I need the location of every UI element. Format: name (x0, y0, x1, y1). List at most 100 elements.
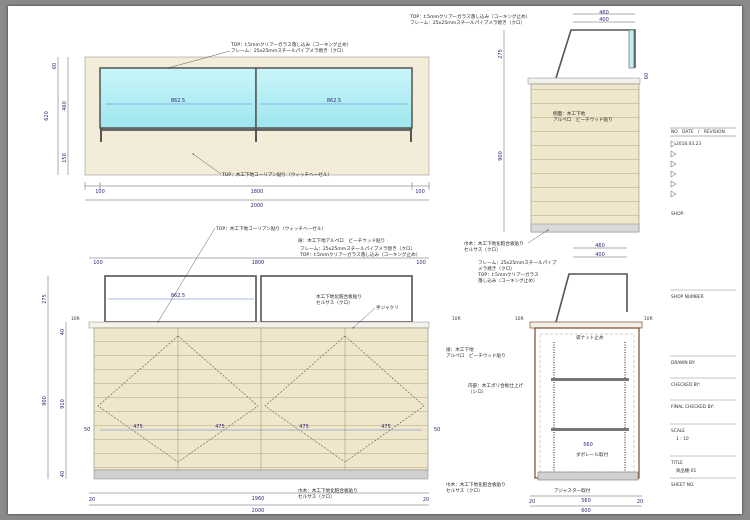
section-radius-left: 10R (515, 316, 524, 322)
side-elevation-upper: TOP：t.5mmクリアーガラス落し込み（コーキング止め） フレーム：25x25… (409, 10, 650, 253)
lower-dim-20b: 20 (423, 497, 429, 503)
shelf-1 (551, 378, 629, 381)
lower-dim-1960: 1960 (252, 496, 265, 502)
lower-dim-top-100b: 100 (416, 260, 426, 266)
dim-50-left: 50 (84, 427, 90, 433)
section-dim-20b: 20 (637, 499, 643, 505)
lower-dim-275: 275 (42, 294, 48, 304)
dim-left-margin: 100 (95, 189, 105, 195)
lower-note-glass: TOP：t.5mmクリアーガラス落し込み（コーキング止め） (299, 251, 420, 258)
lower-glass-width: 862.5 (171, 293, 185, 299)
side-dim-400: 400 (599, 17, 609, 23)
note-glass-top: TOP：t.5mmクリアーガラス落し込み（コーキング止め） (230, 41, 351, 48)
section-note-rail: ダボレール取付 (576, 451, 609, 458)
drawing-canvas: 862.5 862.5 TOP：t.5mmクリアーガラス落し込み（コーキング止め… (42, 10, 736, 514)
drawing-sheet: 862.5 862.5 TOP：t.5mmクリアーガラス落し込み（コーキング止め… (8, 6, 742, 514)
dim-left-150: 150 (62, 153, 68, 163)
shelf-2 (551, 428, 629, 431)
title-drawn-by: DRAWN BY: (671, 360, 695, 366)
note-counter-top: TOP：木工下地コーリアン貼り（ウィッチヘーゼル） (221, 171, 332, 178)
lower-note-frame: フレーム：25x25mmスチールパイプメラ焼き（クロ） (300, 245, 415, 252)
title-shop-number: SHOP NUMBER (671, 294, 704, 300)
side-dim-900: 900 (498, 151, 504, 161)
section-dim-600: 600 (581, 508, 591, 514)
lower-note-inner: 木工下地化粧合板貼り (316, 293, 362, 300)
revision-box: NO DATE / REVISION 2018.03.23 SHOP: (670, 127, 736, 217)
section-dim-inner: 560 (583, 442, 593, 448)
corner-radius-left: 10R (71, 316, 80, 322)
side-note-base2: セルサス（クロ） (464, 247, 501, 253)
lower-base (93, 469, 429, 480)
title-final-checked: FINAL CHECKED BY: (671, 404, 714, 410)
dim-center: 1800 (251, 189, 264, 195)
lower-counter-top (88, 321, 430, 329)
corner-radius-right: 10R (452, 316, 461, 322)
title-scale-label: SCALE (671, 428, 685, 434)
section-note-adjuster: アジャスター取付 (554, 487, 591, 494)
panel-dim-2: 475 (215, 424, 225, 430)
dim-left-460: 460 (62, 101, 68, 111)
glass-width-right: 862.5 (327, 98, 341, 104)
title-sheet-no: SHEET NO. (671, 482, 695, 488)
dim-50-right: 50 (434, 427, 440, 433)
side-frame (555, 29, 636, 79)
side-note-panel2: アルペロ ビーチウッド貼り (553, 116, 613, 123)
dim-left-total: 620 (44, 111, 50, 121)
lower-dim-2000: 2000 (252, 508, 265, 514)
lower-note-counter: TOP：木工下地コーリアン貼り（ウィッチヘーゼル） (215, 225, 326, 232)
section-note-glass2: 落し込み（コーキング止め） (478, 277, 538, 284)
side-note-glass: TOP：t.5mmクリアーガラス落し込み（コーキング止め） (409, 13, 530, 20)
lower-dim-top-100a: 100 (93, 260, 103, 266)
section-dim-400: 400 (595, 252, 605, 258)
panel-dim-1: 475 (133, 424, 143, 430)
note-frame: フレーム：25x25mmスチールパイプメラ焼き（クロ） (231, 47, 346, 54)
section-note-base2: セルサス（クロ） (446, 488, 483, 494)
dim-right-margin: 100 (415, 189, 425, 195)
lower-note-base2: セルサス（クロ） (298, 494, 335, 500)
section-note-glass: TOP：t.5mmクリアーガラス (477, 271, 539, 278)
section-note-inside: 内部：木工ポリ合板仕上げ (468, 382, 524, 389)
section-dim-560: 560 (581, 498, 591, 504)
side-dim-275: 275 (498, 49, 504, 59)
side-dim-60: 60 (644, 73, 650, 79)
front-elevation-upper: 862.5 862.5 TOP：t.5mmクリアーガラス落し込み（コーキング止め… (44, 41, 430, 209)
title-checked-by: CHECKED BY: (671, 382, 700, 388)
shop-label: SHOP: (671, 211, 685, 217)
section-radius-right: 10R (644, 316, 653, 322)
lower-note-inner2: セルサス（クロ） (316, 300, 353, 306)
lower-dim-40a: 40 (60, 329, 66, 335)
dim-total-width: 2000 (251, 203, 264, 209)
title-title-label: TITLE (670, 460, 683, 466)
title-scale-value: 1 : 10 (676, 436, 689, 442)
side-note-panel: 側面：木工下地 (553, 110, 586, 117)
side-note-base: 巾木：木工下地化粧合板貼り (464, 240, 524, 247)
lower-note-face: 扉：木工下地アルペロ ビーチウッド貼り (298, 237, 385, 244)
glass-width-left: 862.5 (171, 98, 185, 104)
front-elevation-lower: 862.5 475 475 475 475 TOP：木工下地コーリアン貼り（ウィ… (42, 225, 461, 514)
section-note-face2: アルペロ ビーチウッド貼り (446, 352, 506, 359)
section-note-face: 扉：木工下地 (446, 346, 474, 353)
side-dim-460: 460 (599, 10, 609, 16)
lower-dim-900: 900 (42, 396, 48, 406)
side-panel-wood (530, 83, 640, 233)
section-dim-460: 460 (595, 243, 605, 249)
revision-entry: 2018.03.23 (676, 141, 701, 147)
title-title-value: 商品棚-01 (676, 467, 697, 474)
revision-triangles (670, 140, 677, 198)
lower-note-handle: 手ジャクリ (376, 304, 399, 311)
section-note-nut: 袋ナット止め (576, 334, 604, 341)
lower-dim-20a: 20 (89, 497, 95, 503)
lower-dim-top-1800: 1800 (252, 260, 265, 266)
section-note-frame2: メラ焼き（クロ） (478, 265, 515, 272)
dim-left-60: 60 (52, 63, 58, 69)
section-note-base: 巾木：木工下地化粧合板貼り (446, 481, 506, 488)
lower-dim-910: 910 (60, 399, 66, 409)
lower-dim-40b: 40 (60, 471, 66, 477)
section-frame (555, 273, 628, 323)
side-section-lower: フレーム：25x25mmスチールパイプ メラ焼き（クロ） TOP：t.5mmクリ… (446, 243, 653, 514)
panel-dim-3: 475 (299, 424, 309, 430)
section-note-frame: フレーム：25x25mmスチールパイプ (478, 260, 557, 266)
revision-header: NO DATE / REVISION (671, 129, 725, 135)
section-dim-20a: 20 (529, 499, 535, 505)
section-note-inside2: （シロ） (468, 389, 486, 395)
